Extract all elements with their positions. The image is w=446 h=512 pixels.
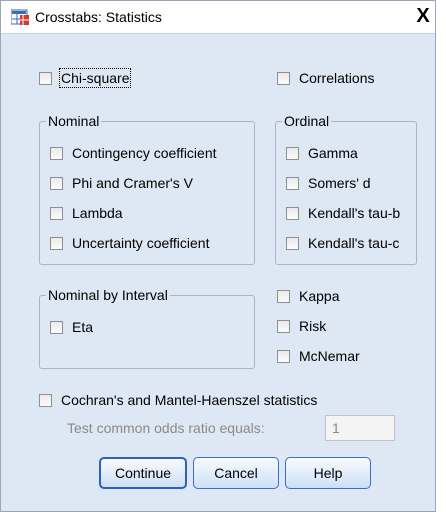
continue-button[interactable]: Continue (99, 457, 187, 489)
checkbox-label: Kendall's tau-c (308, 235, 400, 251)
close-button[interactable]: X (413, 5, 433, 27)
ordinal-group: Ordinal Gamma Somers' d Kendall's tau-b … (275, 112, 417, 265)
checkbox-label: Uncertainty coefficient (72, 235, 210, 251)
odds-ratio-input[interactable]: 1 (325, 415, 395, 441)
checkbox-box[interactable] (286, 206, 299, 220)
ordinal-legend: Ordinal (282, 112, 332, 130)
checkbox-box[interactable] (50, 146, 63, 160)
risk-checkbox[interactable]: Risk (277, 315, 326, 337)
contingency-coefficient-checkbox[interactable]: Contingency coefficient (50, 142, 217, 164)
checkbox-box[interactable] (277, 349, 290, 363)
somers-d-checkbox[interactable]: Somers' d (286, 172, 371, 194)
checkbox-label: Kendall's tau-b (308, 205, 401, 221)
checkbox-box[interactable] (277, 319, 290, 333)
checkbox-label: Kappa (299, 288, 340, 304)
checkbox-box[interactable] (286, 176, 299, 190)
eta-checkbox[interactable]: Eta (50, 316, 93, 338)
checkbox-label: Gamma (308, 145, 358, 161)
nominal-by-interval-legend: Nominal by Interval (46, 286, 170, 304)
nominal-group: Nominal Contingency coefficient Phi and … (39, 112, 255, 265)
checkbox-box[interactable] (277, 71, 290, 85)
checkbox-box[interactable] (39, 71, 52, 85)
checkbox-box[interactable] (50, 206, 63, 220)
checkbox-box[interactable] (39, 393, 52, 407)
checkbox-label: Eta (72, 319, 94, 335)
mcnemar-checkbox[interactable]: McNemar (277, 345, 360, 367)
correlations-checkbox[interactable]: Correlations (277, 67, 374, 89)
checkbox-label: Lambda (72, 205, 123, 221)
checkbox-label: McNemar (299, 348, 360, 364)
chi-square-label: Chi-square (58, 68, 132, 88)
checkbox-box[interactable] (50, 320, 63, 334)
crosstabs-statistics-dialog: Crosstabs: Statistics X Chi-square Corre… (0, 0, 436, 512)
odds-ratio-label: Test common odds ratio equals: (67, 417, 265, 439)
help-button[interactable]: Help (285, 457, 371, 489)
checkbox-box[interactable] (277, 289, 290, 303)
checkbox-box[interactable] (286, 146, 299, 160)
title-bar: Crosstabs: Statistics X (1, 1, 435, 34)
checkbox-label: Phi and Cramer's V (72, 175, 193, 191)
checkbox-box[interactable] (286, 236, 299, 250)
nominal-by-interval-group: Nominal by Interval Eta (39, 286, 255, 369)
kappa-checkbox[interactable]: Kappa (277, 285, 339, 307)
crosstabs-app-icon (11, 9, 29, 25)
correlations-label: Correlations (299, 70, 375, 86)
dialog-title: Crosstabs: Statistics (35, 9, 162, 25)
kendalls-tau-b-checkbox[interactable]: Kendall's tau-b (286, 202, 400, 224)
gamma-checkbox[interactable]: Gamma (286, 142, 358, 164)
uncertainty-coefficient-checkbox[interactable]: Uncertainty coefficient (50, 232, 209, 254)
cancel-button[interactable]: Cancel (193, 457, 279, 489)
checkbox-box[interactable] (50, 236, 63, 250)
odds-ratio-label-text: Test common odds ratio equals: (67, 420, 265, 436)
checkbox-label: Contingency coefficient (72, 145, 217, 161)
cochran-mantel-haenszel-checkbox[interactable]: Cochran's and Mantel-Haenszel statistics (39, 389, 317, 411)
lambda-checkbox[interactable]: Lambda (50, 202, 123, 224)
chi-square-checkbox[interactable]: Chi-square (39, 67, 132, 89)
checkbox-box[interactable] (50, 176, 63, 190)
checkbox-label: Risk (299, 318, 327, 334)
phi-cramers-v-checkbox[interactable]: Phi and Cramer's V (50, 172, 193, 194)
kendalls-tau-c-checkbox[interactable]: Kendall's tau-c (286, 232, 399, 254)
checkbox-label: Cochran's and Mantel-Haenszel statistics (61, 392, 318, 408)
checkbox-label: Somers' d (308, 175, 371, 191)
nominal-legend: Nominal (46, 112, 102, 130)
